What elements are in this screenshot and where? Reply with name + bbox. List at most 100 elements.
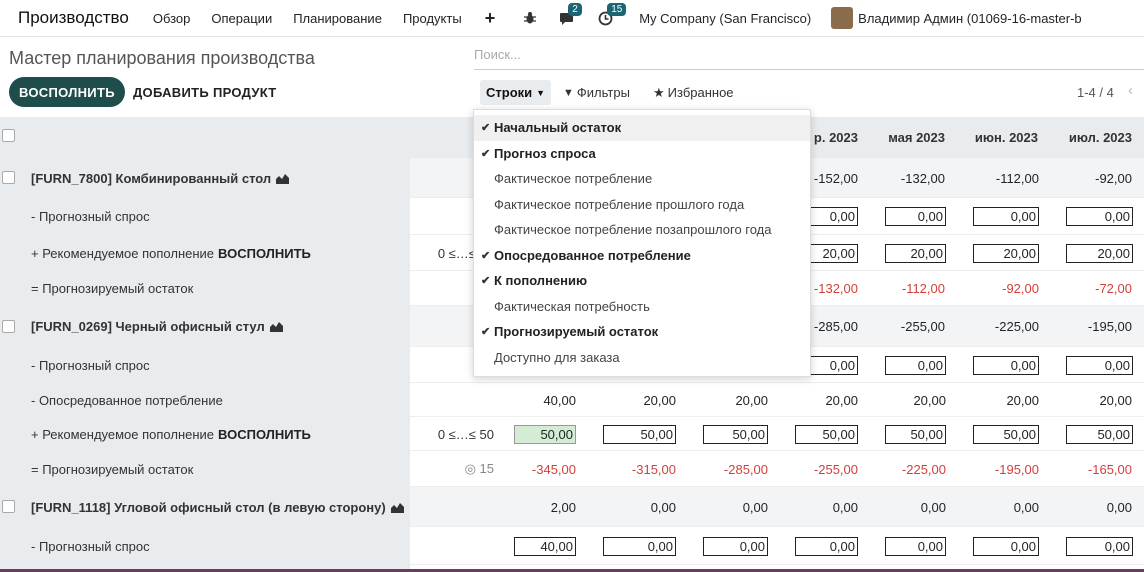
demand-input[interactable]: 0,00 [885, 207, 946, 226]
replenish-input[interactable]: 50,00 [973, 424, 1039, 444]
replenish-input[interactable]: 50,00 [703, 424, 768, 444]
range-value[interactable]: 0 ≤…≤ 50 [420, 417, 494, 451]
demand-input[interactable]: 0,00 [973, 355, 1039, 375]
value-cell: 0,00 [742, 499, 768, 515]
demand-input[interactable]: 0,00 [973, 207, 1039, 226]
bug-icon[interactable] [523, 11, 537, 25]
replenish-input[interactable]: 50,00 [795, 424, 858, 444]
value-cell: -165,00 [1087, 461, 1132, 477]
value-cell: -255,00 [900, 319, 945, 334]
activity-badge: 15 [607, 2, 627, 16]
row-label: - Прогнозный спрос [31, 209, 150, 224]
menu-overview[interactable]: Обзор [153, 11, 191, 26]
dropdown-item-available-to-promise[interactable]: Доступно для заказа [474, 345, 810, 371]
row-label: = Прогнозируемый остаток [31, 461, 194, 477]
new-menu-plus[interactable]: + [485, 8, 496, 29]
replenish-button[interactable]: ВОСПОЛНИТЬ [9, 77, 125, 107]
demand-input[interactable]: 0,00 [1066, 536, 1133, 556]
replenish-input[interactable]: 50,00 [1066, 424, 1133, 444]
demand-input[interactable]: 0,00 [1066, 355, 1133, 375]
chart-icon[interactable] [390, 502, 405, 513]
product-name[interactable]: [FURN_1118] Угловой офисный стол (в леву… [31, 487, 405, 527]
chart-icon[interactable] [276, 173, 290, 184]
demand-input[interactable]: 40,00 [514, 536, 576, 556]
replenish-input[interactable]: 50,00 [603, 424, 676, 444]
avatar[interactable] [831, 7, 854, 29]
check-icon: ✔ [481, 249, 491, 262]
row-checkbox[interactable] [2, 500, 15, 513]
dropdown-item-actual-replenishment[interactable]: Фактическая потребность [474, 294, 810, 320]
filters-toggle[interactable]: ▼ Фильтры [563, 80, 630, 105]
check-icon: ✔ [481, 326, 491, 338]
demand-input[interactable]: 0,00 [885, 355, 946, 375]
value-cell: 40,00 [543, 392, 576, 408]
product-name[interactable]: [FURN_7800] Комбинированный стол [31, 158, 290, 198]
row-checkbox[interactable] [2, 320, 15, 333]
menu-planning[interactable]: Планирование [293, 11, 382, 26]
value-cell: 20,00 [643, 392, 676, 408]
chart-icon[interactable] [269, 321, 284, 332]
menu-products[interactable]: Продукты [403, 11, 462, 26]
add-product-button[interactable]: ДОБАВИТЬ ПРОДУКТ [133, 77, 277, 107]
replenish-input[interactable]: 20,00 [1066, 243, 1133, 263]
demand-input[interactable]: 0,00 [795, 536, 858, 556]
chevron-left-icon[interactable]: ‹ [1128, 82, 1133, 99]
dropdown-item-indirect-demand[interactable]: ✔ Опосредованное потребление [474, 243, 810, 269]
value-cell: 0,00 [832, 499, 858, 515]
pager-value[interactable]: 1-4 / 4 [1077, 85, 1114, 100]
value-cell: 20,00 [825, 392, 858, 408]
replenish-link[interactable]: ВОСПОЛНИТЬ [218, 246, 311, 261]
value-cell: 0,00 [920, 499, 946, 515]
check-icon: ✔ [481, 122, 491, 134]
value-cell: 20,00 [1006, 392, 1039, 408]
table-row: + Рекомендуемое пополнение ВОСПОЛНИТЬ 0 ≤… [0, 417, 1144, 451]
dropdown-item-actual-demand[interactable]: Фактическое потребление [474, 166, 810, 192]
dropdown-item-actual-demand-two-years-ago[interactable]: Фактическое потребление позапрошлого год… [474, 217, 810, 243]
select-all-checkbox[interactable] [2, 129, 15, 142]
app-title[interactable]: Производство [18, 8, 129, 28]
row-label: = Прогнозируемый остаток [31, 281, 194, 296]
menu-operations[interactable]: Операции [211, 11, 272, 26]
chat-icon[interactable]: 2 [559, 2, 582, 26]
column-header: мая 2023 [888, 130, 945, 145]
replenish-input[interactable]: 20,00 [973, 243, 1039, 263]
row-checkbox[interactable] [2, 171, 15, 184]
replenish-link[interactable]: ВОСПОЛНИТЬ [218, 427, 311, 442]
table-row: = Прогнозируемый остаток ◎ 15 -345,00 -3… [0, 451, 1144, 487]
replenish-input[interactable]: 20,00 [885, 243, 946, 263]
row-label: - Прогнозный спрос [31, 538, 150, 554]
user-menu[interactable]: Владимир Админ (01069-16-master-b [858, 11, 1082, 26]
value-cell: -285,00 [723, 461, 768, 477]
star-icon: ★ [653, 84, 665, 100]
value-cell: -225,00 [994, 319, 1039, 334]
value-cell: 20,00 [1099, 392, 1132, 408]
dropdown-item-to-replenish[interactable]: ✔ К пополнению [474, 268, 810, 294]
favorites-toggle[interactable]: ★ Избранное [653, 80, 734, 105]
replenish-input[interactable]: 50,00 [514, 424, 576, 444]
value-cell: -195,00 [1087, 319, 1132, 334]
row-label: - Опосредованное потребление [31, 392, 223, 408]
column-header: июн. 2023 [974, 130, 1038, 145]
demand-input[interactable]: 0,00 [1066, 207, 1133, 226]
table-row: - Опосредованное потребление 40,00 20,00… [0, 383, 1144, 417]
activity-clock-icon[interactable]: 15 [598, 2, 627, 26]
search-input[interactable]: Поиск... [474, 43, 1144, 70]
filters-label: Фильтры [576, 85, 630, 100]
demand-input[interactable]: 0,00 [973, 536, 1039, 556]
dropdown-item-actual-demand-last-year[interactable]: Фактическое потребление прошлого года [474, 192, 810, 218]
check-icon: ✔ [481, 147, 491, 160]
value-cell: -315,00 [631, 461, 676, 477]
product-name[interactable]: [FURN_0269] Черный офисный стул [31, 306, 284, 347]
dropdown-item-starting-inventory[interactable]: ✔ Начальный остаток [474, 115, 810, 141]
demand-input[interactable]: 0,00 [703, 536, 768, 556]
value-cell: 20,00 [735, 392, 768, 408]
demand-input[interactable]: 0,00 [603, 536, 676, 556]
value-cell: -132,00 [900, 170, 945, 186]
company-switcher[interactable]: My Company (San Francisco) [639, 11, 811, 26]
rows-dropdown-toggle[interactable]: Строки ▼ [480, 80, 552, 105]
demand-input[interactable]: 0,00 [885, 536, 946, 556]
row-label: + Рекомендуемое пополнение ВОСПОЛНИТЬ [31, 426, 311, 442]
dropdown-item-demand-forecast[interactable]: ✔ Прогноз спроса [474, 141, 810, 167]
dropdown-item-forecasted-inventory[interactable]: ✔ Прогнозируемый остаток [474, 319, 810, 345]
replenish-input[interactable]: 50,00 [885, 424, 946, 444]
